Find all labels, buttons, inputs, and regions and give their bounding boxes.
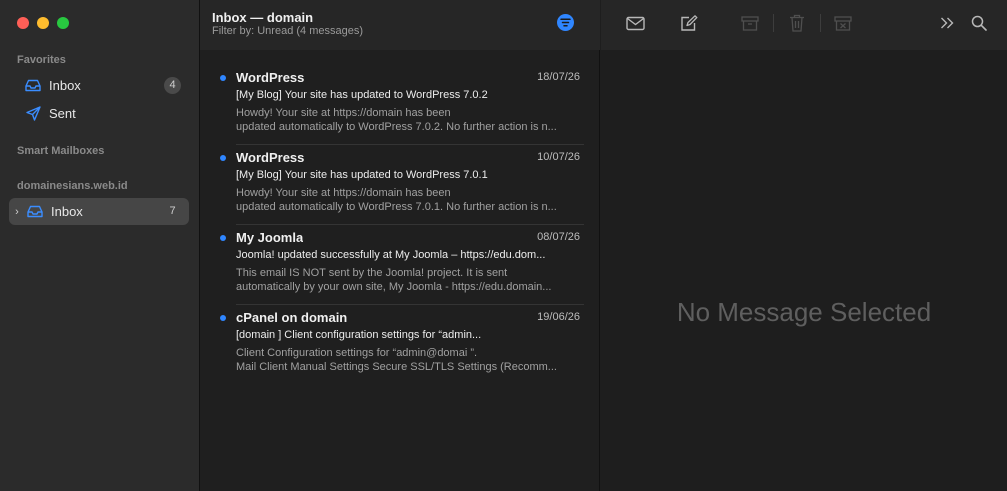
search-button[interactable] [968, 13, 990, 33]
message-preview-line: This email IS NOT sent by the Joomla! pr… [236, 267, 508, 279]
window-controls [17, 17, 69, 29]
sidebar-item-label: Inbox [49, 78, 81, 93]
unread-dot-icon [220, 75, 226, 81]
trash-icon [789, 14, 805, 32]
message-preview-line: Howdy! Your site at https://domain has b… [236, 107, 451, 119]
message-preview-line: automatically by your own site, My Jooml… [236, 281, 552, 293]
message-subject: Joomla! updated successfully at My Jooml… [236, 249, 546, 261]
compose-button[interactable] [678, 13, 700, 33]
message-row[interactable]: WordPress 10/07/26 [My Blog] Your site h… [200, 145, 600, 225]
message-date: 19/06/26 [537, 311, 580, 323]
message-subject: [My Blog] Your site has updated to WordP… [236, 89, 488, 101]
mailbox-title: Inbox — domain [212, 10, 402, 25]
search-icon [971, 15, 987, 31]
message-list-header: Inbox — domain Filter by: Unread (4 mess… [200, 0, 600, 50]
message-row[interactable]: My Joomla 08/07/26 Joomla! updated succe… [200, 225, 600, 305]
message-preview: Client Configuration settings for “admin… [236, 346, 580, 374]
junk-icon [834, 15, 852, 31]
message-row[interactable]: cPanel on domain 19/06/26 [domain ] Clie… [200, 305, 600, 385]
minimize-window-button[interactable] [37, 17, 49, 29]
message-preview-line: Client Configuration settings for “admin… [236, 347, 478, 359]
message-preview-line: updated automatically to WordPress 7.0.1… [236, 201, 557, 213]
toolbar-divider [820, 14, 821, 32]
filter-status: Filter by: Unread (4 messages) [212, 25, 363, 37]
sidebar-item-label: Sent [49, 106, 76, 121]
message-date: 18/07/26 [537, 71, 580, 83]
message-preview: This email IS NOT sent by the Joomla! pr… [236, 266, 580, 294]
get-mail-button[interactable] [624, 13, 646, 33]
message-date: 08/07/26 [537, 231, 580, 243]
sidebar-item-sent[interactable]: Sent [9, 100, 189, 127]
message-row[interactable]: WordPress 18/07/26 [My Blog] Your site h… [200, 65, 600, 145]
junk-button[interactable] [832, 13, 854, 33]
message-sender: cPanel on domain [236, 310, 348, 325]
more-chevrons-icon [940, 17, 954, 29]
favorites-section-label[interactable]: Favorites [17, 54, 66, 66]
more-toolbar-items-button[interactable] [936, 13, 958, 33]
delete-button[interactable] [786, 13, 808, 33]
filter-lines-icon [560, 18, 571, 27]
message-list-pane: Inbox — domain Filter by: Unread (4 mess… [200, 0, 600, 491]
compose-icon [680, 14, 698, 32]
toolbar-divider [773, 14, 774, 32]
sidebar-item-label: Inbox [51, 204, 83, 219]
message-sender: My Joomla [236, 230, 304, 245]
archive-button[interactable] [739, 13, 761, 33]
message-sender: WordPress [236, 70, 305, 85]
message-preview: Howdy! Your site at https://domain has b… [236, 106, 580, 134]
archive-icon [741, 15, 759, 31]
chevron-right-icon[interactable]: › [11, 206, 23, 218]
message-count-badge: 7 [169, 205, 176, 217]
unread-dot-icon [220, 235, 226, 241]
no-message-selected-text: No Message Selected [676, 297, 932, 327]
unread-dot-icon [220, 315, 226, 321]
unread-count-badge: 4 [164, 77, 181, 94]
message-sender: WordPress [236, 150, 305, 165]
message-preview-line: Howdy! Your site at https://domain has b… [236, 187, 451, 199]
paper-plane-icon [23, 106, 43, 122]
sidebar-item-account-inbox[interactable]: › Inbox 7 [9, 198, 189, 225]
inbox-tray-icon [23, 78, 43, 94]
sidebar-item-favorites-inbox[interactable]: Inbox 4 [9, 72, 189, 99]
message-date: 10/07/26 [537, 151, 580, 163]
toolbar [601, 0, 1007, 50]
smart-mailboxes-section-label[interactable]: Smart Mailboxes [17, 145, 104, 157]
filter-button[interactable] [557, 14, 574, 31]
zoom-window-button[interactable] [57, 17, 69, 29]
message-preview-line: updated automatically to WordPress 7.0.2… [236, 121, 557, 133]
message-subject: [My Blog] Your site has updated to WordP… [236, 169, 488, 181]
message-subject: [domain ] Client configuration settings … [236, 329, 482, 341]
message-detail-pane: No Message Selected [601, 0, 1007, 491]
sidebar: Favorites Inbox 4 Sent Smart Mailboxes d… [0, 0, 200, 491]
message-preview-line: Mail Client Manual Settings Secure SSL/T… [236, 361, 557, 373]
message-preview: Howdy! Your site at https://domain has b… [236, 186, 580, 214]
close-window-button[interactable] [17, 17, 29, 29]
unread-dot-icon [220, 155, 226, 161]
account-section-label[interactable]: domainesians.web.id [17, 180, 128, 192]
inbox-tray-icon [25, 204, 45, 220]
envelope-icon [625, 16, 645, 31]
